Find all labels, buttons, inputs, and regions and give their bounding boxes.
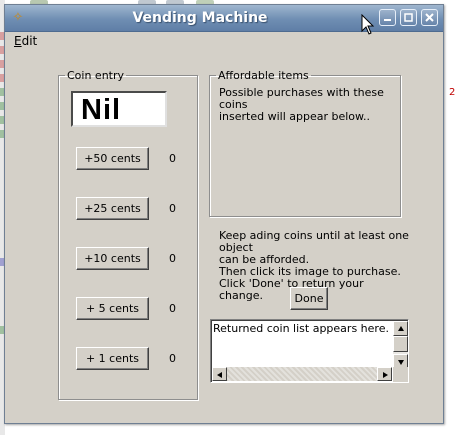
add-1-cents-button[interactable]: + 1 cents	[76, 347, 149, 370]
scrollbar-corner	[393, 367, 408, 382]
close-button[interactable]	[421, 9, 438, 26]
menu-bar: Edit	[5, 32, 443, 50]
menu-edit[interactable]: Edit	[14, 34, 37, 48]
add-25-cents-button[interactable]: +25 cents	[76, 197, 149, 220]
vertical-scrollbar[interactable]	[393, 321, 408, 369]
vending-machine-window: ✧ Vending Machine Edit Coin entry Nil +5…	[4, 4, 444, 424]
count-10-cents: 0	[169, 252, 176, 265]
affordable-items-legend: Affordable items	[218, 69, 309, 82]
title-bar[interactable]: ✧ Vending Machine	[5, 5, 443, 32]
window-title: Vending Machine	[132, 10, 268, 26]
coin-entry-legend: Coin entry	[67, 69, 125, 82]
minimize-icon	[384, 19, 391, 21]
arrow-down-icon	[398, 360, 404, 365]
add-10-cents-button[interactable]: +10 cents	[76, 247, 149, 270]
horizontal-scrollbar[interactable]	[212, 367, 392, 381]
scroll-thumb[interactable]	[393, 336, 408, 352]
maximize-icon	[404, 13, 413, 22]
add-50-cents-button[interactable]: +50 cents	[76, 147, 149, 170]
minimize-button[interactable]	[379, 9, 396, 26]
count-25-cents: 0	[169, 202, 176, 215]
arrow-up-icon	[398, 326, 404, 331]
close-icon	[425, 13, 434, 22]
scroll-right-button[interactable]	[377, 367, 392, 381]
affordable-items-message: Possible purchases with these coins inse…	[219, 86, 384, 123]
returned-coins-text: Returned coin list appears here.	[213, 322, 389, 335]
background-side-text: 2	[449, 87, 456, 98]
count-50-cents: 0	[169, 152, 176, 165]
coin-total-display: Nil	[71, 91, 167, 127]
done-button[interactable]: Done	[290, 287, 328, 310]
add-5-cents-button[interactable]: + 5 cents	[76, 297, 149, 320]
scroll-up-button[interactable]	[393, 321, 408, 336]
arrow-left-icon	[217, 372, 222, 378]
count-5-cents: 0	[169, 302, 176, 315]
scroll-left-button[interactable]	[212, 367, 227, 381]
arrow-right-icon	[383, 372, 388, 378]
mouse-cursor-icon	[361, 14, 375, 35]
maximize-button[interactable]	[400, 9, 417, 26]
count-1-cents: 0	[169, 352, 176, 365]
returned-coins-textarea[interactable]: Returned coin list appears here.	[210, 319, 409, 383]
